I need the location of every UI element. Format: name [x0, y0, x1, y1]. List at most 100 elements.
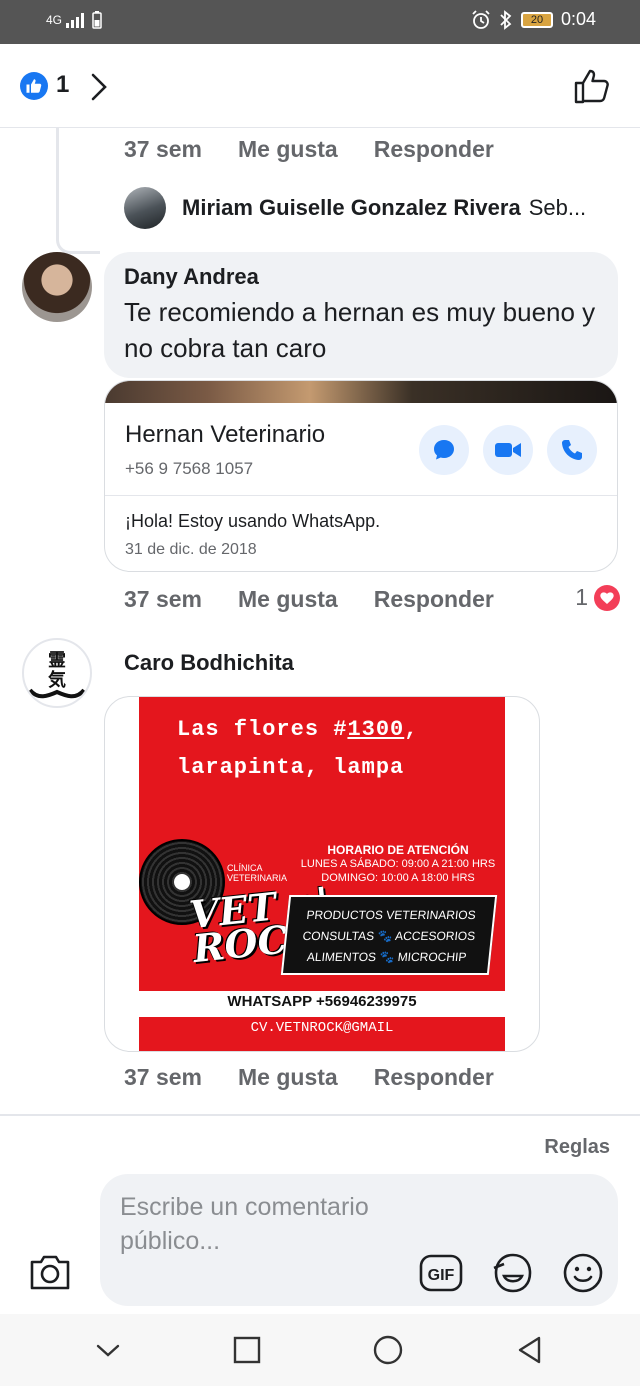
comment-bubble: Dany Andrea Te recomiendo a hernan es mu…: [104, 252, 618, 378]
comment-time: 37 sem: [124, 1064, 203, 1090]
signal-icon: [66, 13, 85, 28]
comments-sheet: 1 37 sem Me gusta Responder Miriam Guise…: [0, 44, 640, 1386]
flyer-whatsapp: WHATSAPP +56946239975: [227, 993, 417, 1010]
reply-author[interactable]: Miriam Guiselle Gonzalez Rivera: [182, 195, 521, 221]
comment-composer: Reglas GIF: [0, 1114, 640, 1314]
alarm-icon: [472, 9, 490, 29]
reply-button[interactable]: Responder: [374, 1064, 494, 1091]
hours-sunday: DOMINGO: 10:00 A 18:00 HRS: [321, 872, 475, 884]
clock: 0:04: [560, 9, 596, 29]
opening-hours: HORARIO DE ATENCIÓN LUNES A SÁBADO: 09:0…: [293, 843, 503, 885]
network-type: 4G: [46, 13, 63, 27]
emoji-button[interactable]: [560, 1250, 606, 1296]
comment-author[interactable]: Caro Bodhichita: [124, 650, 294, 676]
service-item: ACCESORIOS: [394, 929, 476, 943]
service-item: MICROCHIP: [396, 950, 468, 964]
back-icon[interactable]: [515, 1335, 545, 1365]
comment-input[interactable]: [120, 1190, 400, 1300]
flyer-email: CV.VETNROCK@GMAIL: [139, 1017, 505, 1051]
comment-time: 37 sem: [124, 136, 203, 162]
comment-text: Te recomiendo a hernan es muy bueno y no…: [124, 297, 596, 363]
avatar[interactable]: 霊 気: [22, 638, 92, 708]
comment-actions: 37 sem Me gusta Responder: [124, 586, 530, 613]
clinic-label-line: VETERINARIA: [227, 873, 288, 883]
vet-flyer-image[interactable]: Las flores #1300, larapinta, lampa CLÍNI…: [139, 697, 505, 1051]
video-call-button[interactable]: [483, 425, 533, 475]
sticker-icon: [493, 1253, 532, 1293]
like-button[interactable]: Me gusta: [238, 1064, 338, 1091]
like-reaction-icon[interactable]: [20, 72, 48, 100]
chat-bubble-icon: [434, 440, 454, 460]
status-date: 31 de dic. de 2018: [125, 541, 257, 558]
comment-input-box[interactable]: GIF: [100, 1174, 618, 1306]
comment-time: 37 sem: [124, 586, 203, 612]
address-text: larapinta, lampa: [177, 755, 405, 780]
like-outline-icon[interactable]: [572, 66, 612, 106]
reply-button[interactable]: Responder: [374, 586, 494, 613]
gif-button[interactable]: GIF: [418, 1250, 464, 1296]
hours-title: HORARIO DE ATENCIÓN: [327, 843, 469, 857]
comment-actions: 37 sem Me gusta Responder: [124, 136, 530, 163]
small-battery-icon: [92, 11, 102, 29]
reply-button[interactable]: Responder: [374, 136, 494, 163]
thread-connector: [56, 128, 100, 254]
system-navigation-bar: [0, 1314, 640, 1386]
bluetooth-icon: [500, 9, 512, 30]
address-text: ,: [404, 717, 419, 742]
kanji-logo-icon: 霊 気: [28, 650, 86, 699]
paw-icon: 🐾: [378, 950, 396, 964]
contact-name: Hernan Veterinario: [125, 421, 326, 448]
message-button[interactable]: [419, 425, 469, 475]
reply-preview[interactable]: Miriam Guiselle Gonzalez Rivera Seb...: [124, 186, 586, 230]
clinic-label: CLÍNICA VETERINARIA: [227, 863, 287, 883]
card-cover-image: [105, 381, 617, 403]
svg-text:気: 気: [48, 669, 66, 691]
home-icon[interactable]: [372, 1334, 404, 1366]
svg-text:霊: 霊: [48, 650, 66, 671]
reply-snippet: Seb...: [528, 195, 587, 220]
whatsapp-link-card[interactable]: Hernan Veterinario +56 9 7568 1057 ¡Hola…: [104, 380, 618, 572]
contact-phone: +56 9 7568 1057: [125, 459, 254, 478]
paw-icon: 🐾: [376, 929, 394, 943]
avatar[interactable]: [124, 187, 166, 229]
status-bar: 4G 20 0:04: [0, 0, 640, 44]
recent-apps-icon[interactable]: [232, 1335, 262, 1365]
service-item: ALIMENTOS: [306, 950, 377, 964]
like-button[interactable]: Me gusta: [238, 586, 338, 613]
like-count[interactable]: 1: [56, 71, 69, 99]
svg-text:GIF: GIF: [428, 1267, 455, 1284]
battery-indicator: 20: [520, 11, 553, 28]
phone-icon: [562, 440, 582, 460]
avatar[interactable]: [22, 252, 92, 322]
rules-link[interactable]: Reglas: [544, 1136, 610, 1159]
status-right: 20 0:04: [471, 9, 596, 30]
service-row: CONSULTAS 🐾 ACCESORIOS: [292, 926, 486, 947]
address-text: Las flores #: [177, 717, 348, 742]
camera-icon[interactable]: [28, 1252, 72, 1292]
services-box: PRODUCTOS VETERINARIOS CONSULTAS 🐾 ACCES…: [280, 895, 498, 975]
voice-call-button[interactable]: [547, 425, 597, 475]
contact-status: ¡Hola! Estoy usando WhatsApp.: [125, 511, 381, 531]
clinic-label-line: CLÍNICA: [227, 863, 263, 873]
comment-author[interactable]: Dany Andrea: [124, 264, 598, 290]
status-left: 4G: [46, 11, 102, 29]
heart-icon: [594, 584, 620, 611]
image-attachment[interactable]: Las flores #1300, larapinta, lampa CLÍNI…: [104, 696, 540, 1052]
reaction-summary[interactable]: 1: [575, 584, 620, 611]
video-camera-icon: [495, 443, 521, 457]
smiley-icon: [563, 1253, 603, 1293]
reaction-count: 1: [575, 584, 588, 610]
gif-icon: GIF: [419, 1254, 463, 1292]
like-button[interactable]: Me gusta: [238, 136, 338, 163]
service-item: CONSULTAS: [301, 929, 375, 943]
reactions-header: 1: [0, 44, 640, 128]
chevron-down-icon[interactable]: [95, 1340, 121, 1360]
service-item: PRODUCTOS VETERINARIOS: [305, 908, 477, 922]
divider: [105, 495, 617, 496]
hours-weekday: LUNES A SÁBADO: 09:00 A 21:00 HRS: [300, 858, 496, 870]
service-row: ALIMENTOS 🐾 MICROCHIP: [290, 947, 484, 968]
address-number-link[interactable]: 1300: [347, 717, 404, 742]
flyer-address: Las flores #1300, larapinta, lampa: [177, 711, 418, 787]
sticker-button[interactable]: [490, 1250, 536, 1296]
chevron-right-icon[interactable]: [88, 72, 110, 102]
